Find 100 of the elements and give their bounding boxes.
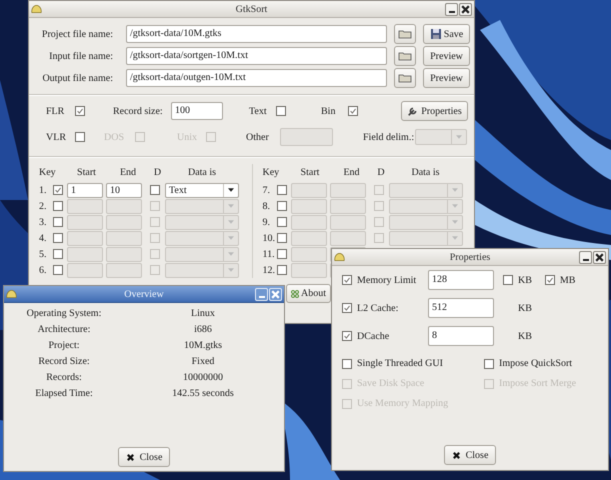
grid-icon — [291, 288, 299, 300]
close-button[interactable]: Close — [444, 445, 496, 465]
preview-button[interactable]: Preview — [423, 46, 470, 66]
checkbox[interactable] — [544, 275, 555, 285]
checkbox[interactable] — [342, 331, 352, 341]
window-title: Properties — [450, 252, 490, 262]
caret-icon — [228, 252, 234, 256]
checkbox[interactable] — [75, 106, 85, 116]
close-icon — [460, 4, 471, 14]
caret-icon — [452, 220, 458, 224]
close-button[interactable] — [459, 2, 472, 16]
key-number: 12. — [262, 264, 276, 276]
info-value: 10000000 — [182, 372, 224, 384]
folder-icon — [398, 29, 412, 39]
column-header: Key — [39, 166, 57, 178]
column-header: Data is — [410, 166, 441, 178]
close-icon — [270, 288, 281, 300]
browse-button[interactable] — [394, 24, 416, 44]
checkbox[interactable] — [75, 132, 85, 142]
column-header: End — [342, 166, 361, 178]
option-label: Other — [246, 132, 269, 142]
close-button[interactable]: Close — [118, 447, 170, 467]
info-label: Record Size: — [37, 356, 91, 368]
field-label: Output file name: — [41, 72, 113, 84]
window-title: GtkSort — [236, 4, 268, 14]
checkbox[interactable] — [53, 185, 63, 195]
checkbox[interactable] — [342, 275, 352, 285]
preview-button[interactable]: Preview — [423, 68, 470, 88]
info-value: Fixed — [190, 356, 216, 368]
caret-icon — [228, 220, 234, 224]
checkbox[interactable] — [342, 303, 352, 313]
wrench-icon — [407, 105, 420, 117]
option-label: DCache — [357, 330, 390, 342]
key-number: 10. — [262, 232, 276, 244]
window-icon — [6, 289, 17, 299]
key-number: 11. — [262, 248, 276, 260]
minimize-icon — [448, 10, 454, 12]
unit-label: KB — [518, 330, 532, 342]
key-number: 2. — [39, 200, 48, 212]
caret-icon — [228, 268, 234, 272]
close-button[interactable] — [593, 250, 606, 264]
info-label: Architecture: — [36, 324, 92, 336]
save-button[interactable]: Save — [423, 24, 470, 44]
column-header: End — [118, 166, 138, 178]
checkbox[interactable] — [348, 106, 358, 116]
unit-label: KB — [518, 302, 532, 314]
option-label: Field delim.: — [363, 132, 414, 142]
column-header: Data is — [186, 166, 218, 178]
input-field[interactable]: 100 — [171, 102, 223, 120]
folder-icon — [398, 73, 412, 83]
checkbox[interactable] — [484, 358, 494, 368]
info-value: 10M.gtks — [182, 340, 224, 352]
option-label: VLR — [46, 132, 66, 142]
field-label: Project file name: — [40, 28, 113, 40]
caret-icon — [452, 204, 458, 208]
info-label: Operating System: — [26, 308, 102, 320]
input-field[interactable]: 8 — [428, 326, 494, 346]
window-icon — [31, 4, 42, 14]
checkbox[interactable] — [342, 358, 352, 368]
data-type-dropdown[interactable]: Text — [165, 182, 239, 198]
option-label: Bin — [321, 106, 336, 116]
minimize-button[interactable] — [445, 2, 458, 16]
input-field[interactable]: 512 — [428, 298, 494, 318]
column-header: Key — [262, 166, 280, 178]
checkbox[interactable] — [276, 106, 286, 116]
key-number: 9. — [262, 216, 271, 228]
folder-icon — [398, 51, 412, 61]
end-field[interactable]: 10 — [106, 182, 142, 198]
input-field[interactable]: 128 — [428, 270, 494, 290]
info-label: Elapsed Time: — [34, 388, 94, 400]
close-icon — [594, 252, 605, 262]
option-label: Memory Limit — [357, 274, 416, 286]
checkbox[interactable] — [150, 185, 160, 195]
start-field[interactable]: 1 — [67, 182, 103, 198]
checkbox[interactable] — [503, 275, 513, 285]
unit-label: MB — [560, 274, 576, 286]
info-label: Records: — [45, 372, 83, 384]
browse-button[interactable] — [394, 68, 416, 88]
key-number: 4. — [39, 232, 48, 244]
caret-icon — [452, 236, 458, 240]
key-number: 6. — [39, 264, 48, 276]
close-icon — [452, 450, 461, 460]
key-number: 5. — [39, 248, 48, 260]
caret-icon — [228, 204, 234, 208]
key-number: 3. — [39, 216, 48, 228]
about-button[interactable]: About — [286, 284, 331, 303]
input-field[interactable]: /gtksort-data/sortgen-10M.txt — [126, 47, 387, 65]
column-header: Start — [76, 166, 97, 178]
input-field[interactable]: /gtksort-data/10M.gtks — [126, 25, 387, 43]
caret-icon — [452, 188, 458, 192]
minimize-button[interactable] — [579, 250, 592, 264]
input-field[interactable]: /gtksort-data/outgen-10M.txt — [126, 69, 387, 87]
column-header: Start — [300, 166, 320, 178]
field-label: Input file name: — [48, 50, 113, 62]
key-number: 7. — [262, 184, 271, 196]
caret-icon — [228, 188, 234, 192]
browse-button[interactable] — [394, 46, 416, 66]
floppy-icon — [430, 28, 442, 40]
properties-button[interactable]: Properties — [401, 101, 468, 121]
option-label: Text — [249, 106, 267, 116]
